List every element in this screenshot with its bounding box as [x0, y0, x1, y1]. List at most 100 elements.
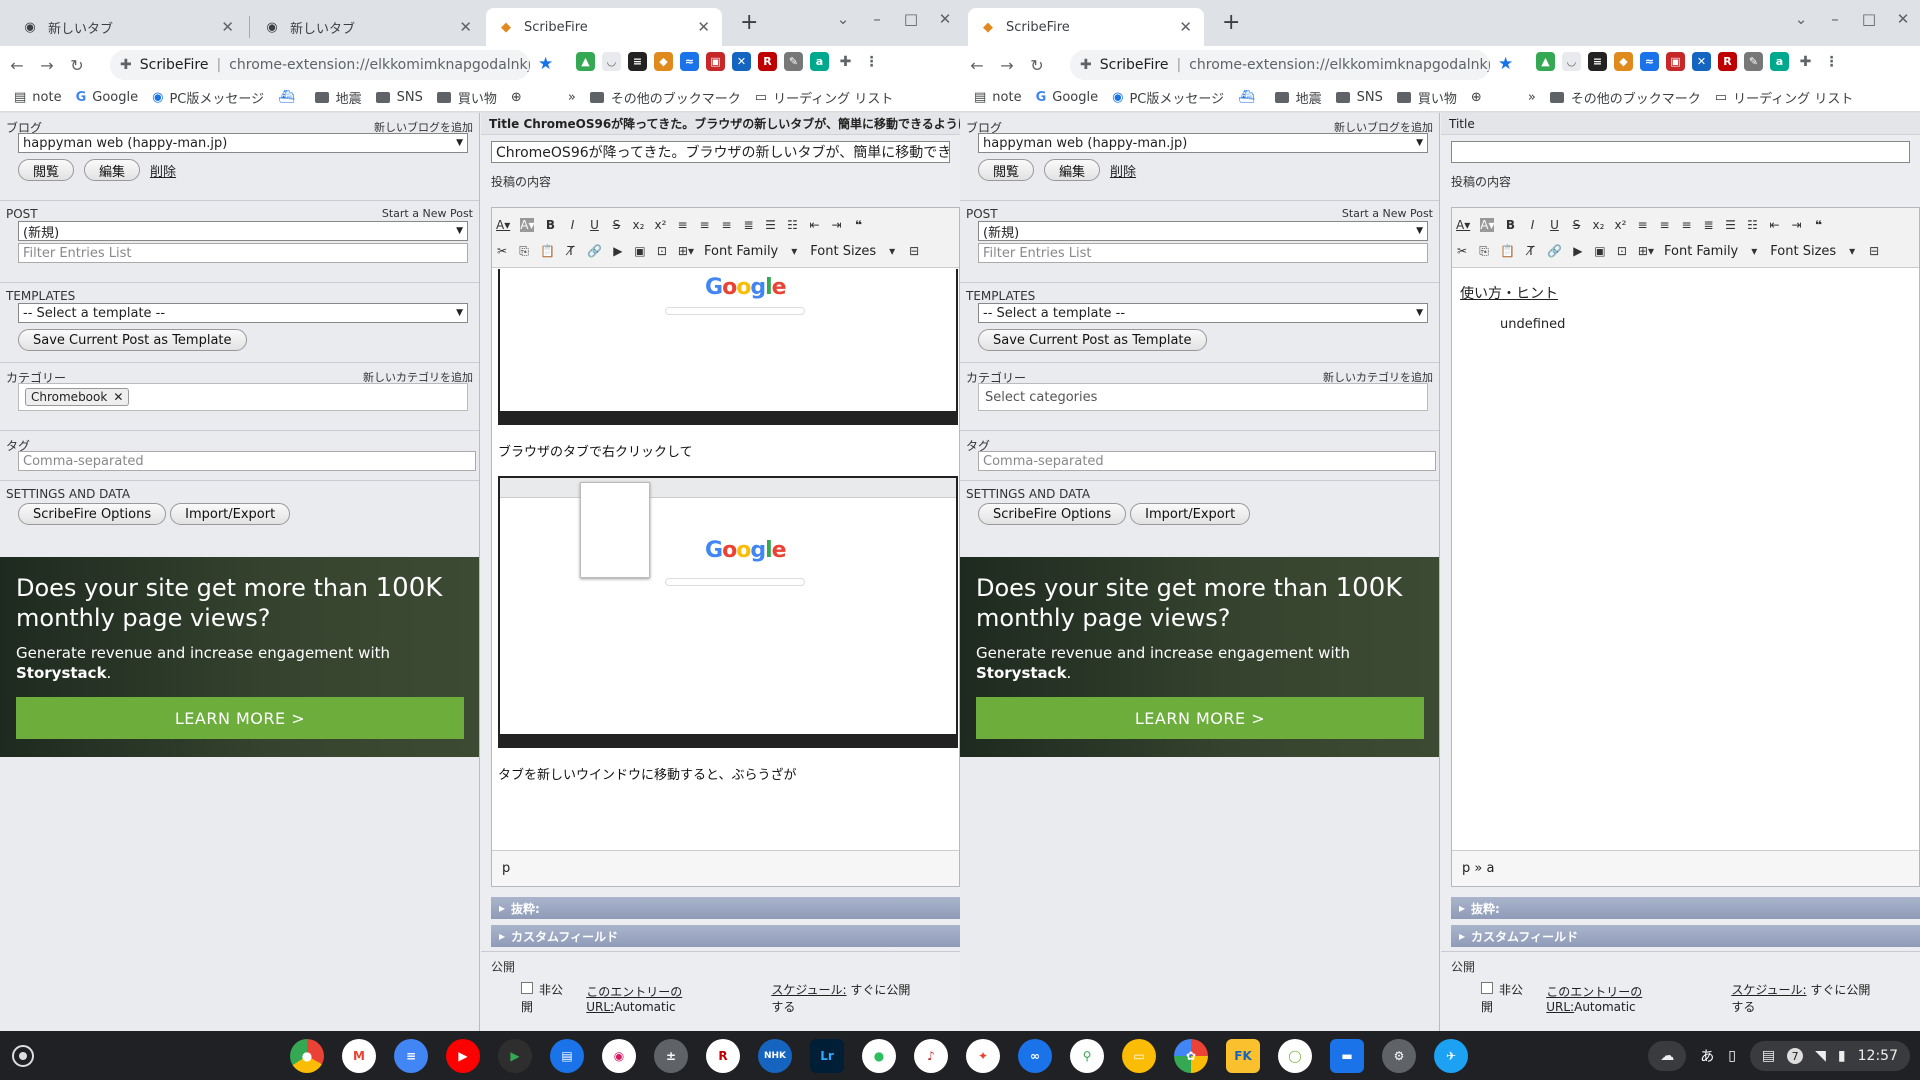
- copy-icon[interactable]: ⎘: [1478, 244, 1490, 259]
- close-tab-icon[interactable]: ✕: [1179, 18, 1192, 36]
- image-insert-icon[interactable]: ▣: [1594, 244, 1606, 258]
- reading-list[interactable]: ▭ リーディング リスト: [755, 88, 894, 107]
- bookmark-note[interactable]: ▤ note: [14, 90, 62, 105]
- phone-hub-icon[interactable]: ▯: [1728, 1048, 1736, 1064]
- link-icon[interactable]: 🔗: [587, 244, 602, 258]
- omnibox[interactable]: ✚ ScribeFire | chrome-extension://elkkom…: [1070, 50, 1490, 80]
- private-checkbox[interactable]: 非公開: [1481, 981, 1530, 1015]
- strikethrough-icon[interactable]: S: [1570, 218, 1582, 232]
- media-icon[interactable]: ▶: [1572, 244, 1584, 258]
- editor-body[interactable]: Google ブラウザのタブで右クリックして Google タブを新しいウインド…: [492, 269, 959, 850]
- play-store-app-icon[interactable]: ▶: [498, 1039, 532, 1073]
- storystack-ad[interactable]: Does your site get more than 100K monthl…: [0, 557, 479, 757]
- indent-icon[interactable]: ⇥: [1790, 218, 1802, 232]
- blockquote-icon[interactable]: ❝: [852, 218, 864, 232]
- storystack-ad[interactable]: Does your site get more than 100K monthl…: [960, 557, 1439, 757]
- bold-icon[interactable]: B: [544, 218, 556, 232]
- bookmark-folder-earthquake[interactable]: 地震: [1274, 88, 1322, 107]
- scribefire-options-button[interactable]: ScribeFire Options: [18, 503, 167, 525]
- cross-icon[interactable]: ✕: [732, 52, 751, 71]
- tag-input[interactable]: Comma-separated: [18, 451, 476, 471]
- save-template-button[interactable]: Save Current Post as Template: [18, 329, 247, 351]
- tab-new-tab-2[interactable]: ◉ 新しいタブ ✕: [252, 8, 484, 46]
- scribefire-options-button[interactable]: ScribeFire Options: [978, 503, 1127, 525]
- lightroom-app-icon[interactable]: Lr: [810, 1039, 844, 1073]
- link-icon[interactable]: 🔗: [1547, 244, 1562, 258]
- font-family-dropdown[interactable]: Font Family: [1664, 244, 1738, 259]
- copy-icon[interactable]: ⎘: [518, 244, 530, 259]
- bookmark-globe[interactable]: ⊕: [1471, 90, 1488, 105]
- bg-color-icon[interactable]: A▾: [520, 218, 535, 232]
- align-left-icon[interactable]: ≡: [676, 218, 688, 232]
- checkbox-icon[interactable]: [1481, 982, 1493, 994]
- bookmark-google[interactable]: G Google: [1036, 90, 1099, 105]
- ime-indicator[interactable]: あ: [1700, 1046, 1714, 1066]
- bookmark-note[interactable]: ▤ note: [974, 90, 1022, 105]
- tab-scribefire[interactable]: ◆ ScribeFire ✕: [968, 8, 1204, 46]
- post-select[interactable]: (新規) ▼: [978, 221, 1428, 241]
- bookmark-folder-shopping[interactable]: 買い物: [1396, 88, 1457, 107]
- add-blog-link[interactable]: 新しいブログを追加: [374, 119, 473, 134]
- menu-icon[interactable]: ⋮: [1822, 52, 1841, 71]
- text-color-icon[interactable]: A▾: [496, 218, 510, 232]
- save-template-button[interactable]: Save Current Post as Template: [978, 329, 1207, 351]
- strikethrough-icon[interactable]: S: [610, 218, 622, 232]
- italic-icon[interactable]: I: [566, 218, 578, 232]
- add-category-link[interactable]: 新しいカテゴリを追加: [363, 369, 473, 384]
- close-tab-icon[interactable]: ✕: [459, 18, 472, 36]
- maps-app-icon[interactable]: ⚲: [1070, 1039, 1104, 1073]
- layers-icon[interactable]: ≡: [628, 52, 647, 71]
- private-checkbox[interactable]: 非公開: [521, 981, 570, 1015]
- keep-app-icon[interactable]: ▭: [1122, 1039, 1156, 1073]
- bookmark-star-icon[interactable]: ★: [1498, 54, 1513, 74]
- custom-fields-toggle[interactable]: ▸ カスタムフィールド: [491, 925, 960, 947]
- bookmark-ship[interactable]: ⛴: [1238, 90, 1261, 105]
- cut-icon[interactable]: ✂: [496, 244, 508, 258]
- image-icon[interactable]: ▣: [706, 52, 725, 71]
- numbered-list-icon[interactable]: ☷: [786, 218, 798, 232]
- post-select[interactable]: (新規) ▼: [18, 221, 468, 241]
- category-input[interactable]: Select categories: [978, 383, 1428, 411]
- status-area[interactable]: ▤ 7 ◥ ▮ 12:57: [1749, 1041, 1910, 1071]
- outdent-icon[interactable]: ⇤: [808, 218, 820, 232]
- image-insert-icon[interactable]: ▣: [634, 244, 646, 258]
- remove-chip-icon[interactable]: ✕: [113, 390, 123, 404]
- rich-text-editor[interactable]: A▾ A▾ B I U S x₂ x² ≡ ≡ ≡ ≣ ☰ ☷ ⇤ ⇥ ❝ ✂ …: [1451, 207, 1920, 887]
- bookmark-google[interactable]: G Google: [76, 90, 139, 105]
- menu-icon[interactable]: ⋮: [862, 52, 881, 71]
- paste-icon[interactable]: 📋: [1500, 244, 1515, 258]
- maximize-icon[interactable]: □: [894, 10, 928, 28]
- superscript-icon[interactable]: x²: [1614, 218, 1627, 232]
- tool-icon[interactable]: ✎: [1744, 52, 1763, 71]
- reload-icon[interactable]: ↻: [1024, 56, 1050, 75]
- align-center-icon[interactable]: ≡: [1658, 218, 1670, 232]
- align-right-icon[interactable]: ≡: [720, 218, 732, 232]
- tab-new-tab-1[interactable]: ◉ 新しいタブ ✕: [10, 8, 246, 46]
- edit-button[interactable]: 編集: [1044, 159, 1101, 181]
- rakuten-app-icon[interactable]: R: [706, 1039, 740, 1073]
- start-new-post-link[interactable]: Start a New Post: [1342, 207, 1433, 221]
- messages-app-icon[interactable]: ▤: [550, 1039, 584, 1073]
- learn-more-button[interactable]: LEARN MORE >: [976, 697, 1424, 739]
- nhk-news-app-icon[interactable]: NHK: [758, 1039, 792, 1073]
- bg-color-icon[interactable]: A▾: [1480, 218, 1495, 232]
- gmail-app-icon[interactable]: M: [342, 1039, 376, 1073]
- delete-link[interactable]: 削除: [150, 161, 176, 180]
- clear-format-icon[interactable]: T̸: [565, 244, 577, 258]
- close-window-icon[interactable]: ✕: [1886, 10, 1920, 28]
- holding-space[interactable]: ☁: [1648, 1041, 1687, 1071]
- text-color-icon[interactable]: A▾: [1456, 218, 1470, 232]
- forward-icon[interactable]: →: [34, 56, 60, 75]
- underline-icon[interactable]: U: [588, 218, 600, 232]
- underline-icon[interactable]: U: [1548, 218, 1560, 232]
- font-family-dropdown[interactable]: Font Family: [704, 244, 778, 259]
- drive-icon[interactable]: ▲: [1536, 52, 1555, 71]
- puzzle-icon[interactable]: ✚: [1796, 52, 1815, 71]
- table-icon[interactable]: ⊞▾: [1638, 244, 1654, 258]
- fk-app-icon[interactable]: FK: [1226, 1039, 1260, 1073]
- new-tab-button[interactable]: +: [1222, 12, 1240, 34]
- bookmark-folder-shopping[interactable]: 買い物: [436, 88, 497, 107]
- bookmark-globe[interactable]: ⊕: [511, 90, 528, 105]
- view-button[interactable]: 閲覧: [18, 159, 75, 181]
- learn-more-button[interactable]: LEARN MORE >: [16, 697, 464, 739]
